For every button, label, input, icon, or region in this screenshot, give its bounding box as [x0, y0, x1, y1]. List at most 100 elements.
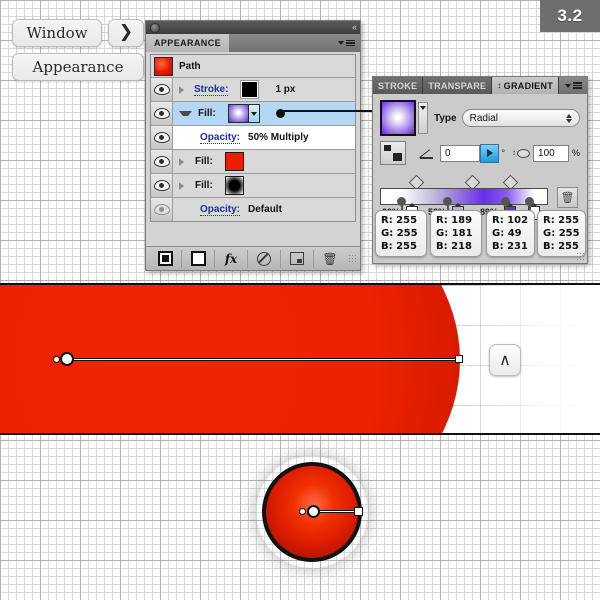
collapse-chevron-button[interactable]: ∧	[489, 344, 521, 376]
visibility-toggle-icon[interactable]	[151, 78, 173, 101]
gradient-type-row: Type Radial	[380, 100, 580, 136]
appearance-panel-titlebar[interactable]: «	[146, 21, 360, 34]
appearance-row-fill-red[interactable]: Fill:	[151, 150, 355, 174]
gradient-annotator-line[interactable]	[66, 358, 458, 361]
rgb-g: G: 181	[436, 228, 473, 239]
stroke-width-value[interactable]: 1 px	[275, 84, 295, 95]
menu-button-window[interactable]: Window	[12, 19, 102, 47]
tab-stroke[interactable]: STROKE	[373, 77, 424, 94]
add-new-fill-button[interactable]	[182, 249, 215, 268]
disclosure-triangle-icon[interactable]	[179, 157, 189, 166]
fx-icon: fx	[224, 251, 238, 266]
gradient-aspect-value: 100	[538, 147, 555, 159]
sphere-gradient-annotator-line[interactable]	[314, 510, 358, 513]
angle-icon	[420, 148, 434, 159]
appearance-row-stroke[interactable]: Stroke: 1 px	[151, 78, 355, 102]
appearance-row-opacity-multiply[interactable]: Opacity: 50% Multiply	[151, 126, 355, 150]
rgb-b: B: 231	[492, 241, 528, 252]
stroke-color-swatch[interactable]	[240, 80, 260, 99]
opacity-value[interactable]: 50% Multiply	[248, 132, 309, 143]
gradient-panel-menu[interactable]	[559, 77, 587, 94]
callout-rgb-stop-2: R: 189 G: 181 B: 218	[430, 210, 482, 257]
fill-gradient-swatch[interactable]	[227, 104, 249, 123]
version-badge: 3.2	[540, 0, 600, 32]
disclosure-triangle-open-icon[interactable]	[179, 111, 192, 116]
duplicate-item-button[interactable]	[281, 249, 314, 268]
visibility-toggle-icon[interactable]	[151, 102, 173, 125]
callout-rgb-stop-1: R: 255 G: 255 B: 255	[375, 210, 427, 257]
rgb-b: B: 218	[436, 241, 472, 252]
appearance-header-row[interactable]: Path	[151, 55, 355, 78]
hamburger-icon	[346, 39, 355, 47]
rgb-g: G: 49	[492, 228, 522, 239]
appearance-row-fill-black-radial[interactable]: Fill:	[151, 174, 355, 198]
tab-gradient[interactable]: ↕ GRADIENT	[492, 77, 560, 94]
panel-menu-icon[interactable]	[565, 82, 582, 89]
hamburger-icon	[573, 82, 582, 89]
gradient-panel-tabs: STROKE TRANSPARE ↕ GRADIENT	[373, 77, 587, 94]
delete-item-button[interactable]: 🗑	[314, 250, 346, 268]
sphere-annotator-small-handle[interactable]	[299, 508, 306, 515]
fill-swatch-dropdown-icon[interactable]	[248, 104, 260, 123]
fill-red-swatch[interactable]	[224, 152, 244, 171]
opacity-default-value[interactable]: Default	[248, 204, 282, 215]
disclosure-triangle-icon[interactable]	[179, 85, 189, 94]
disclosure-triangle-icon[interactable]	[179, 181, 189, 190]
tab-gradient-label: GRADIENT	[503, 80, 554, 91]
opacity-label[interactable]: Opacity:	[200, 204, 241, 216]
gradient-angle-input[interactable]: 0	[440, 144, 481, 162]
stroke-label[interactable]: Stroke:	[194, 84, 229, 96]
opacity-label[interactable]: Opacity:	[200, 132, 241, 144]
collapse-panel-icon[interactable]: «	[352, 23, 357, 32]
appearance-panel-menu[interactable]	[229, 34, 360, 52]
visibility-toggle-icon[interactable]	[151, 174, 173, 197]
path-thumbnail-icon	[154, 56, 173, 76]
callout-pin	[501, 197, 510, 211]
appearance-row-opacity-default[interactable]: Opacity: Default	[151, 198, 355, 221]
stepper-arrows-icon	[566, 113, 572, 123]
add-new-effect-button[interactable]: fx	[215, 249, 248, 268]
reverse-gradient-button[interactable]	[380, 141, 406, 165]
gradient-aspect-input[interactable]: 100	[533, 144, 569, 162]
rgb-b: B: 255	[381, 241, 417, 252]
visibility-toggle-icon[interactable]	[151, 126, 173, 149]
tab-transparency[interactable]: TRANSPARE	[423, 77, 493, 94]
appearance-panel-body: Path Stroke: 1 px Fill: Opacity: 50% Mul…	[146, 52, 360, 255]
visibility-toggle-icon[interactable]	[151, 198, 173, 221]
angle-apply-button[interactable]	[480, 143, 500, 163]
menu-button-appearance-label: Appearance	[32, 58, 124, 76]
resize-grip-icon[interactable]	[576, 252, 585, 261]
gradient-angle-row: 0 ° ↕ 100 %	[380, 141, 580, 165]
add-new-stroke-button[interactable]	[149, 249, 182, 268]
gradient-type-select[interactable]: Radial	[461, 109, 580, 127]
gradient-preset-dropdown-icon[interactable]	[418, 102, 428, 134]
gradient-annotator-small-handle[interactable]	[53, 356, 60, 363]
clear-appearance-button[interactable]	[248, 249, 281, 268]
gradient-stop-callouts: R: 255 G: 255 B: 255 R: 189 G: 181 B: 21…	[373, 197, 587, 263]
gradient-annotator-end-handle[interactable]	[455, 355, 463, 363]
panel-menu-icon[interactable]	[338, 39, 355, 47]
tab-appearance[interactable]: APPEARANCE	[146, 34, 230, 52]
visibility-toggle-icon[interactable]	[151, 150, 173, 173]
sphere-annotator-origin-handle[interactable]	[307, 505, 320, 518]
resize-grip-icon[interactable]	[348, 254, 357, 263]
fill-label: Fill:	[195, 180, 213, 191]
appearance-row-fill-gradient[interactable]: Fill:	[151, 102, 355, 126]
fill-black-radial-swatch[interactable]	[224, 176, 244, 195]
gradient-midpoint-markers	[380, 174, 580, 191]
sphere-annotator-end-handle[interactable]	[354, 507, 363, 516]
callout-pin	[443, 197, 452, 211]
gradient-type-value: Radial	[469, 112, 498, 124]
no-symbol-icon	[257, 251, 271, 266]
appearance-panel-footer: fx 🗑	[146, 246, 360, 270]
right-arrow-icon: ❯	[108, 19, 144, 47]
menu-button-appearance[interactable]: Appearance	[12, 53, 144, 81]
chevron-down-icon	[565, 83, 571, 88]
gradient-annotator-origin-handle[interactable]	[60, 352, 74, 366]
fill-label: Fill:	[195, 156, 213, 167]
callout-pin	[525, 197, 534, 211]
aspect-arrow-icon: ↕	[512, 148, 517, 158]
gradient-preview-swatch[interactable]	[380, 100, 416, 136]
appearance-row-list: Path Stroke: 1 px Fill: Opacity: 50% Mul…	[150, 54, 356, 222]
screenshot-root: 3.2 Window ❯ Appearance « APPEARANCE Pat…	[0, 0, 600, 600]
